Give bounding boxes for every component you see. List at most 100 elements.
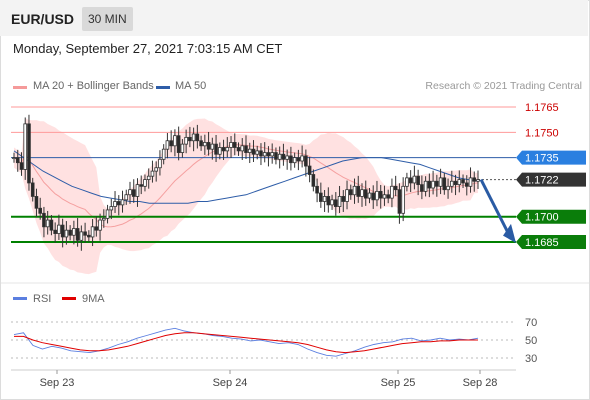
candle-body (259, 150, 263, 157)
candle-body (131, 189, 136, 197)
candle-body (378, 190, 383, 199)
candle-body (203, 142, 207, 147)
candle-body (375, 190, 379, 201)
price-chart: 1.1765 1.1750 1.1735 1.1722 1.1700 1.1685 70 50… (1, 102, 589, 389)
candle-body (461, 179, 465, 184)
candle-body (348, 189, 353, 196)
candle-body (87, 234, 91, 238)
candle-body (356, 185, 361, 197)
candle-body (319, 192, 323, 202)
candle-body (120, 199, 125, 206)
candle-body (405, 177, 409, 187)
candle-body (435, 180, 439, 187)
candle-body (221, 147, 226, 152)
candle-body (397, 189, 402, 214)
candle-body (386, 194, 390, 199)
candle-body (476, 179, 480, 182)
candle-body (128, 189, 132, 196)
candle-body (472, 177, 477, 182)
candle-body (390, 185, 394, 199)
candle-body (49, 219, 54, 231)
candle-body (262, 152, 267, 157)
candle-body (416, 175, 420, 186)
rsi-tick-label: 30 (525, 353, 537, 365)
candle-body (214, 143, 218, 155)
x-tick-label-3: Sep 28 (463, 377, 498, 389)
candle-body (438, 177, 443, 187)
candle-body (363, 189, 368, 199)
candle-body (296, 157, 301, 162)
candle-body (206, 142, 211, 150)
candle-body (442, 177, 447, 191)
candle-body (146, 175, 151, 180)
candle-body (367, 192, 372, 199)
candle-body (191, 133, 196, 142)
level-label-1.1735: 1.1735 (525, 153, 559, 165)
candle-body (423, 180, 428, 192)
x-tick-label-2: Sep 25 (381, 377, 416, 389)
x-tick-label-1: Sep 24 (213, 377, 248, 389)
candle-body (232, 142, 237, 148)
x-tick-label-0: Sep 23 (40, 377, 75, 389)
candle-body (116, 201, 121, 206)
candle-body (304, 155, 308, 167)
candle-body (382, 194, 387, 199)
candle-body (143, 179, 147, 187)
candle-body (98, 219, 102, 231)
candle-body (102, 217, 106, 221)
candle-body (15, 157, 20, 164)
candle-body (266, 152, 271, 157)
candle-body (236, 147, 241, 152)
candle-body (27, 123, 31, 184)
candle-body (105, 209, 110, 219)
candle-body (450, 180, 454, 187)
candle-body (90, 226, 95, 238)
level-label-1.1700: 1.1700 (525, 212, 559, 224)
candle-body (68, 229, 72, 236)
level-label-1.1750: 1.1750 (525, 127, 559, 139)
candle-body (322, 196, 327, 202)
candle-body (292, 157, 297, 164)
candle-body (23, 123, 28, 170)
candle-body (161, 148, 166, 160)
candle-body (352, 185, 357, 196)
candle-body (360, 189, 364, 197)
candle-body (158, 158, 162, 169)
candle-body (19, 162, 24, 170)
candle-body (139, 184, 144, 187)
candle-body (408, 177, 413, 184)
rsi-tick-label: 50 (525, 335, 537, 347)
rsi-ma-line (14, 332, 478, 354)
candle-body (330, 199, 334, 206)
candle-body (307, 165, 312, 175)
candle-body (12, 157, 16, 160)
candle-body (281, 153, 286, 160)
candle-body (337, 196, 342, 207)
candle-body (60, 224, 65, 238)
level-label-1.1685: 1.1685 (525, 237, 559, 249)
candle-body (53, 229, 57, 234)
candle-body (277, 153, 282, 160)
candle-body (255, 150, 260, 155)
candle-body (64, 229, 69, 238)
candle-body (285, 155, 289, 160)
candle-body (57, 224, 61, 234)
candle-body (464, 182, 469, 187)
candle-body (274, 152, 278, 160)
rsi-tick-label: 70 (525, 317, 537, 329)
candle-body (184, 136, 188, 145)
candle-body (199, 140, 203, 147)
candle-body (289, 155, 293, 164)
candle-body (180, 143, 185, 153)
forecast-arrow-shaft (479, 178, 513, 240)
candle-body (135, 184, 140, 197)
candle-body (94, 226, 99, 231)
candle-body (326, 196, 331, 206)
candle-body (240, 145, 245, 152)
candle-body (34, 196, 39, 209)
candle-body (195, 133, 200, 142)
candle-body (113, 201, 117, 207)
candle-body (83, 231, 87, 236)
candle-body (345, 189, 349, 202)
candle-body (247, 148, 252, 153)
